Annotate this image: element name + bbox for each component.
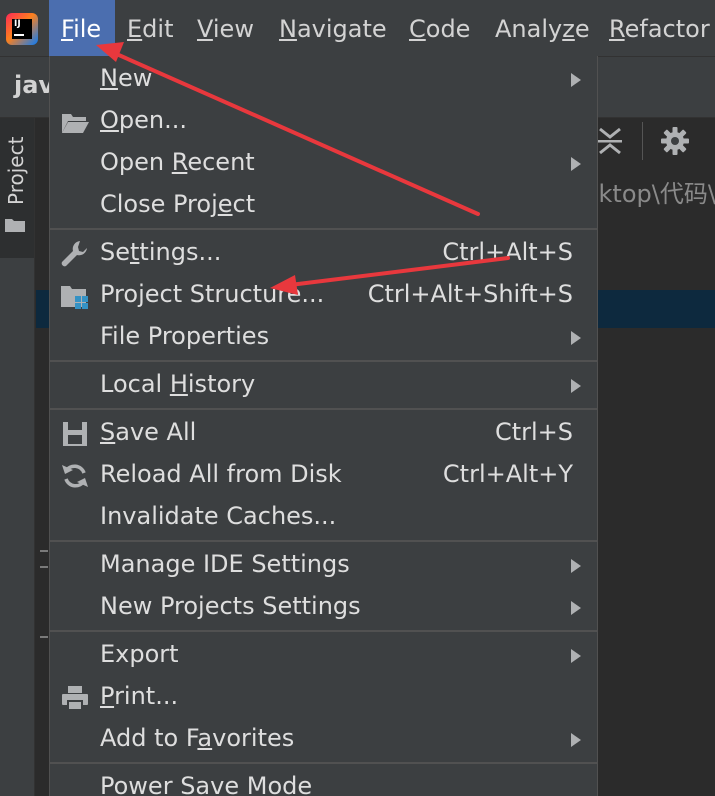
menu-item-label: Open...	[100, 106, 187, 134]
editor-path-text: sktop\代码\	[586, 180, 715, 208]
menu-edit[interactable]: Edit	[115, 0, 185, 56]
print-icon	[62, 686, 88, 711]
tree-guide	[40, 636, 48, 638]
menu-separator	[50, 408, 597, 410]
folder-open-icon	[62, 114, 89, 133]
menu-view[interactable]: View	[185, 0, 266, 56]
submenu-arrow-icon	[571, 649, 581, 663]
menu-item-label: Reload All from Disk	[100, 460, 342, 488]
menu-item-label: Invalidate Caches...	[100, 502, 337, 530]
menu-item-shortcut: Ctrl+S	[494, 418, 573, 446]
menu-item-label: Project Structure...	[100, 280, 325, 308]
menu-item-reload-all[interactable]: Reload All from Disk Ctrl+Alt+Y	[50, 455, 597, 497]
menu-item-manage-ide-settings[interactable]: Manage IDE Settings	[50, 545, 597, 587]
menu-separator	[50, 762, 597, 764]
reload-icon	[62, 464, 88, 488]
menu-item-label: File Properties	[100, 322, 270, 350]
menu-item-settings[interactable]: Settings... Ctrl+Alt+S	[50, 233, 597, 275]
submenu-arrow-icon	[571, 73, 581, 87]
menu-item-label: Open Recent	[100, 148, 255, 176]
intellij-logo-icon[interactable]: IJ	[6, 13, 38, 45]
menu-item-save-all[interactable]: Save All Ctrl+S	[50, 413, 597, 455]
menu-item-label: Power Save Mode	[100, 772, 313, 796]
menu-bar: IJ File Edit View Navigate Code Analyze …	[0, 0, 715, 57]
menu-item-open-recent[interactable]: Open Recent	[50, 143, 597, 185]
menu-item-power-save-mode[interactable]: Power Save Mode	[50, 767, 597, 796]
menu-separator	[50, 540, 597, 542]
submenu-arrow-icon	[571, 157, 581, 171]
folder-icon	[5, 219, 25, 232]
menu-item-new[interactable]: New	[50, 59, 597, 101]
menu-item-open[interactable]: Open...	[50, 101, 597, 143]
menu-item-new-projects-settings[interactable]: New Projects Settings	[50, 587, 597, 629]
file-menu-dropdown: New Open... Open Recent Close Project Se…	[49, 56, 598, 796]
menu-separator	[50, 228, 597, 230]
menu-item-invalidate-caches[interactable]: Invalidate Caches...	[50, 497, 597, 539]
menu-item-label: Export	[100, 640, 179, 668]
menu-item-close-project[interactable]: Close Project	[50, 185, 597, 227]
menu-separator	[50, 360, 597, 362]
menu-item-label: Local History	[100, 370, 256, 398]
collapse-all-icon[interactable]	[596, 125, 624, 157]
menu-separator	[50, 630, 597, 632]
tree-guide	[40, 550, 48, 552]
menu-file[interactable]: File	[49, 0, 115, 56]
save-icon	[63, 422, 87, 446]
project-structure-icon	[61, 286, 88, 309]
menu-code[interactable]: Code	[397, 0, 482, 56]
menu-item-print[interactable]: Print...	[50, 677, 597, 719]
project-tab-label: Project	[4, 136, 28, 205]
menu-item-label: Manage IDE Settings	[100, 550, 350, 578]
wrench-icon	[61, 241, 87, 267]
menu-item-label: Close Project	[100, 190, 256, 218]
menu-item-file-properties[interactable]: File Properties	[50, 317, 597, 359]
submenu-arrow-icon	[571, 379, 581, 393]
menu-item-project-structure[interactable]: Project Structure... Ctrl+Alt+Shift+S	[50, 275, 597, 317]
menu-item-label: Print...	[100, 682, 179, 710]
menu-item-shortcut: Ctrl+Alt+Shift+S	[367, 280, 573, 308]
menu-refactor[interactable]: Refactor	[597, 0, 715, 56]
submenu-arrow-icon	[571, 601, 581, 615]
submenu-arrow-icon	[571, 331, 581, 345]
menu-item-local-history[interactable]: Local History	[50, 365, 597, 407]
gear-icon[interactable]	[660, 126, 690, 156]
menu-item-shortcut: Ctrl+Alt+S	[442, 238, 573, 266]
menu-item-add-to-favorites[interactable]: Add to Favorites	[50, 719, 597, 761]
menu-item-label: New Projects Settings	[100, 592, 361, 620]
submenu-arrow-icon	[571, 733, 581, 747]
menu-analyze[interactable]: Analyze	[483, 0, 602, 56]
menu-item-label: Save All	[100, 418, 197, 446]
menu-item-label: Settings...	[100, 238, 222, 266]
menu-item-label: New	[100, 64, 153, 92]
tree-guide	[40, 566, 48, 568]
menu-item-label: Add to Favorites	[100, 724, 295, 752]
submenu-arrow-icon	[571, 559, 581, 573]
menu-navigate[interactable]: Navigate	[267, 0, 399, 56]
menu-item-export[interactable]: Export	[50, 635, 597, 677]
toolbar-separator	[642, 122, 643, 160]
menu-item-shortcut: Ctrl+Alt+Y	[442, 460, 573, 488]
